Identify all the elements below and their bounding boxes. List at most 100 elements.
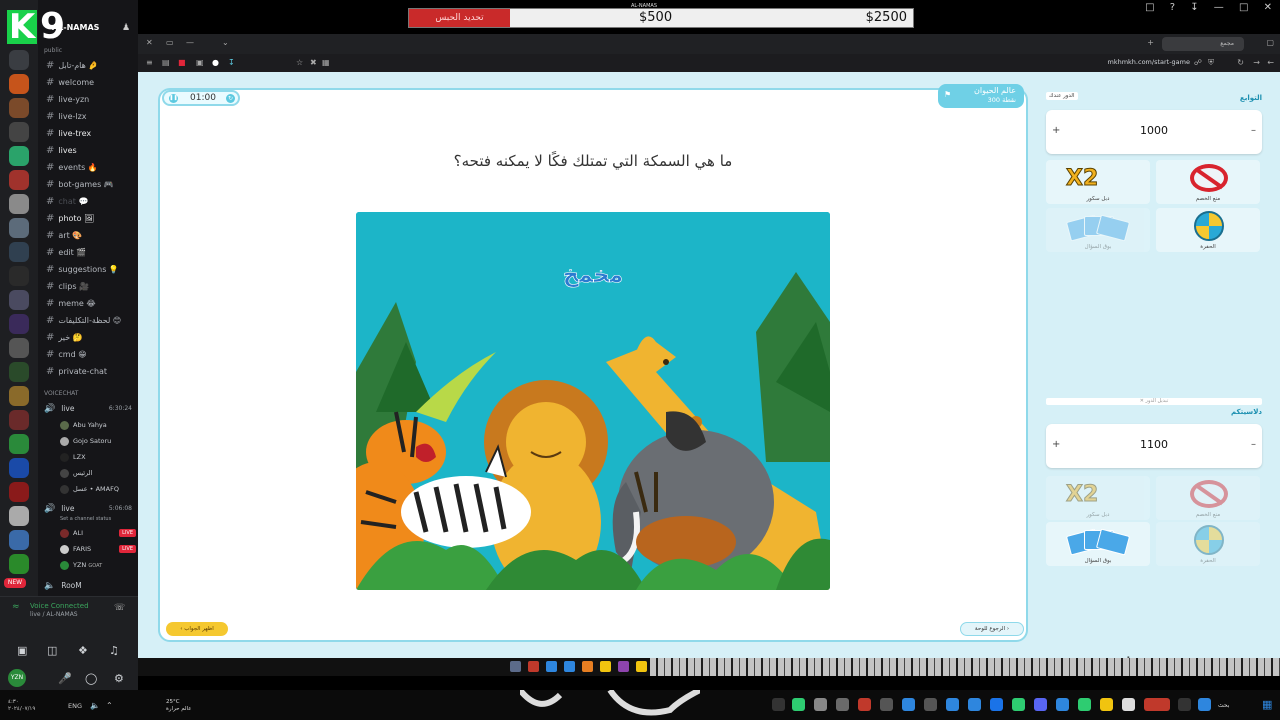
channel-item[interactable]: # suggestions 💡 [46, 262, 136, 277]
taskbar-app-icon[interactable] [1056, 698, 1069, 711]
channel-item[interactable]: # art 🎨 [46, 228, 136, 243]
taskbar-app-icon[interactable] [1122, 698, 1135, 711]
decrement-button[interactable]: – [1251, 125, 1256, 136]
channel-item[interactable]: # clips 🎥 [46, 279, 136, 294]
app-icon[interactable] [564, 661, 575, 672]
powerup-double-score[interactable]: X2 دبل سكور [1046, 160, 1150, 204]
taskbar-app-icon[interactable] [1178, 698, 1191, 711]
channel-item[interactable]: # bot-games 🎮 [46, 177, 136, 192]
chevron-down-icon[interactable]: ⌄ [222, 38, 229, 47]
download-icon[interactable]: ↧ [1190, 2, 1198, 13]
powerup-question-horn[interactable]: بوق السؤال [1046, 208, 1150, 252]
voice-user[interactable]: الرئيس [60, 466, 136, 480]
forward-icon[interactable]: → [1253, 58, 1260, 67]
voice-channel[interactable]: 🔈 RooM [44, 579, 82, 593]
server-icon[interactable] [9, 314, 29, 334]
server-icon[interactable] [9, 50, 29, 70]
taskbar-app-icon[interactable] [792, 698, 805, 711]
voice-location[interactable]: live / AL-NAMAS [30, 611, 78, 618]
voice-user[interactable]: Abu Yahya [60, 418, 136, 432]
taskbar-app-icon[interactable] [1144, 698, 1170, 711]
tab-menu-icon[interactable]: ▢ [1266, 38, 1274, 47]
mic-icon[interactable]: 🎤 [58, 672, 72, 685]
volume-icon[interactable]: 🔈 [90, 701, 100, 710]
server-icon[interactable] [9, 434, 29, 454]
taskbar-app-icon[interactable] [772, 698, 785, 711]
close-icon[interactable]: ✕ [1264, 2, 1272, 13]
taskbar-app-icon[interactable] [990, 698, 1003, 711]
taskbar-app-icon[interactable] [902, 698, 915, 711]
chevron-up-icon[interactable]: ⌃ [106, 701, 113, 710]
server-icon[interactable] [9, 146, 29, 166]
category-public[interactable]: public [44, 47, 62, 54]
download-icon[interactable]: ↧ [228, 58, 235, 67]
taskbar-app-icon[interactable] [946, 698, 959, 711]
show-answer-button[interactable]: ‹ اظهر الجواب [166, 622, 228, 636]
server-icon[interactable] [9, 386, 29, 406]
disconnect-icon[interactable]: ☏ [114, 603, 125, 613]
grid-icon[interactable]: ▦ [322, 58, 330, 67]
server-icon[interactable] [9, 74, 29, 94]
channel-item[interactable]: # events 🔥 [46, 160, 136, 175]
app-icon[interactable] [546, 661, 557, 672]
voice-user[interactable]: FARIS LIVE [60, 542, 136, 556]
taskbar-app-icon[interactable] [924, 698, 937, 711]
powerup-question-horn[interactable]: بوق السؤال [1046, 522, 1150, 566]
channel-status[interactable]: Set a channel status [60, 512, 136, 526]
server-icon[interactable] [9, 98, 29, 118]
new-tab-icon[interactable]: + [1147, 38, 1154, 47]
channel-item[interactable]: # هام-تابل 🤌 [46, 58, 136, 73]
app-icon[interactable] [582, 661, 593, 672]
sidebar-icon[interactable]: ▤ [162, 58, 170, 67]
powerup-wheel[interactable]: الحفرة [1156, 522, 1260, 566]
pause-icon[interactable]: ❚❚ [169, 94, 178, 103]
app-icon[interactable] [600, 661, 611, 672]
server-icon[interactable] [9, 290, 29, 310]
taskbar-app-icon[interactable] [880, 698, 893, 711]
extension-icon[interactable]: ■ [178, 58, 186, 67]
url-field[interactable]: mkhmkh.com/start-game [1108, 58, 1191, 66]
taskbar-app-icon[interactable] [1078, 698, 1091, 711]
windows-start-icon[interactable]: ▦ [1262, 698, 1272, 711]
powerup-double-score[interactable]: X2 دبل سكور [1046, 476, 1150, 520]
channel-item[interactable]: # photo 🖼 [46, 211, 136, 226]
voice-user[interactable]: LZX [60, 450, 136, 464]
headphones-icon[interactable]: ◯ [85, 672, 97, 685]
taskbar-app-icon[interactable] [1198, 698, 1211, 711]
lock-icon[interactable]: ☍ [1194, 58, 1202, 67]
channel-item[interactable]: # welcome [46, 75, 136, 90]
powerup-block-opponent[interactable]: منع الخصم [1156, 476, 1260, 520]
channel-item[interactable]: # live-lzx [46, 109, 136, 124]
taskbar-app-icon[interactable] [836, 698, 849, 711]
screen-share-icon[interactable]: ◫ [47, 644, 57, 657]
weather-widget[interactable]: 25°C عالم حرارة [166, 699, 192, 713]
server-icon[interactable] [9, 266, 29, 286]
server-icon[interactable] [9, 218, 29, 238]
server-icon[interactable] [9, 194, 29, 214]
app-icon[interactable] [636, 661, 647, 672]
reset-icon[interactable]: ↻ [226, 94, 235, 103]
server-icon[interactable] [9, 506, 29, 526]
server-icon[interactable] [9, 410, 29, 430]
add-member-icon[interactable]: ♟ [122, 23, 130, 33]
camera-off-icon[interactable]: ▣ [17, 644, 27, 657]
bookmark-star-icon[interactable]: ☆ [296, 58, 303, 67]
tab-active[interactable]: مجمع [1162, 37, 1244, 51]
server-icon[interactable] [9, 122, 29, 142]
close-window-icon[interactable]: ✕ [146, 38, 153, 47]
channel-item[interactable]: # live-yzn [46, 92, 136, 107]
back-to-board-button[interactable]: الرجوع للوحة › [960, 622, 1024, 636]
restore-icon[interactable]: ▭ [166, 38, 174, 47]
server-icon[interactable] [9, 170, 29, 190]
channel-item[interactable]: # lives [46, 143, 136, 158]
channel-item[interactable]: # meme 😂 [46, 296, 136, 311]
taskbar-app-icon[interactable] [858, 698, 871, 711]
app-icon[interactable] [510, 661, 521, 672]
app-icon[interactable] [528, 661, 539, 672]
server-icon[interactable] [9, 362, 29, 382]
language-indicator[interactable]: ENG [68, 702, 82, 710]
channel-item[interactable]: # live-trex [46, 126, 136, 141]
taskbar-app-icon[interactable] [814, 698, 827, 711]
clock[interactable]: ٤:٣٠ ٢٠٢٤/٠٧/١٩ [8, 699, 35, 713]
voice-user[interactable]: YZN GOAT [60, 558, 136, 572]
